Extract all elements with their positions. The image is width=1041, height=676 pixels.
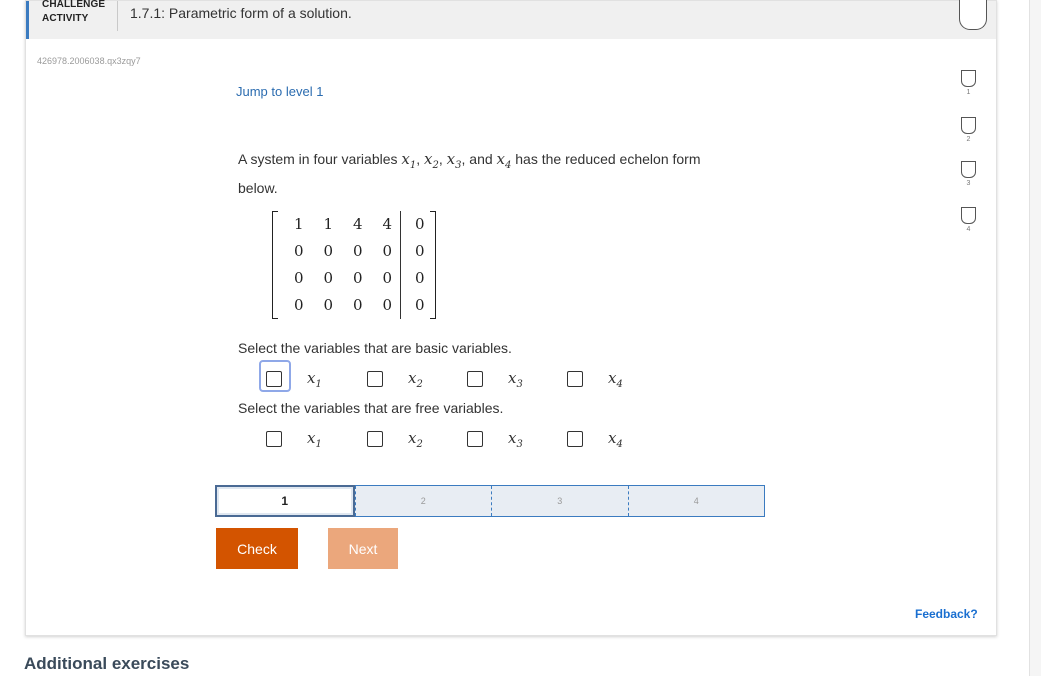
basic-option-x3[interactable]: x3 — [467, 367, 523, 391]
matrix-cell: 4 — [382, 215, 393, 233]
augmented-matrix: 1 1 4 4 0 0 0 0 0 0 0 0 0 0 0 0 0 0 0 0 — [272, 207, 442, 321]
option-label: x2 — [408, 368, 423, 390]
level-shield-icon — [961, 207, 976, 224]
matrix-cell: 0 — [323, 269, 334, 287]
matrix-cell: 0 — [414, 215, 425, 233]
level-shield-icon — [961, 161, 976, 178]
matrix-cell: 1 — [293, 215, 304, 233]
var-x4: x4 — [496, 150, 512, 171]
level-shield-icon — [961, 117, 976, 134]
level-4-segment[interactable]: 4 — [627, 486, 764, 516]
option-label: x1 — [307, 368, 322, 390]
free-option-x4[interactable]: x4 — [567, 427, 623, 451]
level-3-segment[interactable]: 3 — [491, 486, 628, 516]
scrollbar-track[interactable] — [1029, 0, 1041, 676]
matrix-cell: 0 — [382, 269, 393, 287]
free-x4-checkbox[interactable] — [567, 431, 583, 447]
matrix-left-bracket — [272, 211, 278, 319]
matrix-cell: 0 — [323, 242, 334, 260]
free-x2-checkbox[interactable] — [367, 431, 383, 447]
level-2-segment[interactable]: 2 — [354, 486, 491, 516]
basic-option-x1[interactable]: x1 — [259, 360, 322, 392]
activity-type-line1: CHALLENGE — [42, 0, 106, 10]
matrix-row: 0 0 0 0 0 — [284, 265, 435, 292]
check-button[interactable]: Check — [216, 528, 298, 569]
completion-shield-icon — [959, 0, 987, 30]
side-level-1[interactable]: 1 — [961, 70, 976, 96]
basic-option-x2[interactable]: x2 — [367, 367, 423, 391]
matrix-cell: 0 — [352, 296, 363, 314]
matrix-cell: 0 — [382, 242, 393, 260]
side-level-number: 2 — [966, 136, 971, 143]
header-divider — [117, 1, 118, 31]
activity-title: 1.7.1: Parametric form of a solution. — [130, 5, 352, 21]
matrix-cell: 0 — [414, 296, 425, 314]
basic-x2-checkbox[interactable] — [367, 371, 383, 387]
activity-id: 426978.2006038.qx3zqy7 — [37, 56, 141, 66]
free-x3-checkbox[interactable] — [467, 431, 483, 447]
matrix-cell: 0 — [414, 269, 425, 287]
jump-to-level-link[interactable]: Jump to level 1 — [236, 84, 323, 99]
feedback-link[interactable]: Feedback? — [915, 607, 978, 621]
matrix-cell: 0 — [323, 296, 334, 314]
option-label: x1 — [307, 428, 322, 450]
var-x2: x2 — [424, 150, 439, 171]
side-level-2[interactable]: 2 — [961, 117, 976, 143]
matrix-cell: 0 — [293, 242, 304, 260]
free-variables-question: Select the variables that are free varia… — [238, 400, 504, 416]
question-prompt: A system in four variables x1, x2, x3, a… — [238, 150, 701, 196]
free-x1-checkbox[interactable] — [266, 431, 282, 447]
additional-exercises-heading: Additional exercises — [24, 654, 190, 673]
level-progress-bar: 1 2 3 4 — [215, 485, 765, 517]
matrix-cell: 0 — [352, 242, 363, 260]
option-label: x3 — [508, 428, 523, 450]
matrix-row: 1 1 4 4 0 — [284, 211, 435, 238]
matrix-cell: 1 — [323, 215, 334, 233]
side-level-number: 3 — [966, 180, 971, 187]
basic-x3-checkbox[interactable] — [467, 371, 483, 387]
matrix-cell: 0 — [352, 269, 363, 287]
matrix-row: 0 0 0 0 0 — [284, 238, 435, 265]
side-level-3[interactable]: 3 — [961, 161, 976, 187]
basic-option-x4[interactable]: x4 — [567, 367, 623, 391]
matrix-cell: 0 — [293, 269, 304, 287]
matrix-row: 0 0 0 0 0 — [284, 292, 435, 319]
level-shield-icon — [961, 70, 976, 87]
activity-header: CHALLENGE ACTIVITY 1.7.1: Parametric for… — [26, 0, 996, 39]
option-label: x3 — [508, 368, 523, 390]
var-x1: x1 — [401, 150, 417, 171]
basic-x4-checkbox[interactable] — [567, 371, 583, 387]
option-label: x4 — [608, 368, 623, 390]
free-option-x2[interactable]: x2 — [367, 427, 423, 451]
side-level-number: 1 — [966, 89, 971, 96]
option-label: x4 — [608, 428, 623, 450]
matrix-cell: 0 — [293, 296, 304, 314]
option-label: x2 — [408, 428, 423, 450]
challenge-activity-card: CHALLENGE ACTIVITY 1.7.1: Parametric for… — [25, 0, 997, 636]
level-1-segment[interactable]: 1 — [215, 485, 355, 517]
side-level-number: 4 — [966, 226, 971, 233]
activity-type-line2: ACTIVITY — [42, 13, 89, 24]
next-button[interactable]: Next — [328, 528, 398, 569]
var-x3: x3 — [446, 150, 462, 171]
prompt-text-start: A system in four variables — [238, 151, 398, 167]
free-option-x1[interactable]: x1 — [266, 427, 322, 451]
matrix-cell: 4 — [352, 215, 363, 233]
free-option-x3[interactable]: x3 — [467, 427, 523, 451]
matrix-cell: 0 — [382, 296, 393, 314]
matrix-cell: 0 — [414, 242, 425, 260]
basic-variables-question: Select the variables that are basic vari… — [238, 340, 512, 356]
side-level-4[interactable]: 4 — [961, 207, 976, 233]
activity-type-label: CHALLENGE ACTIVITY — [42, 0, 122, 26]
focus-ring — [259, 360, 291, 392]
